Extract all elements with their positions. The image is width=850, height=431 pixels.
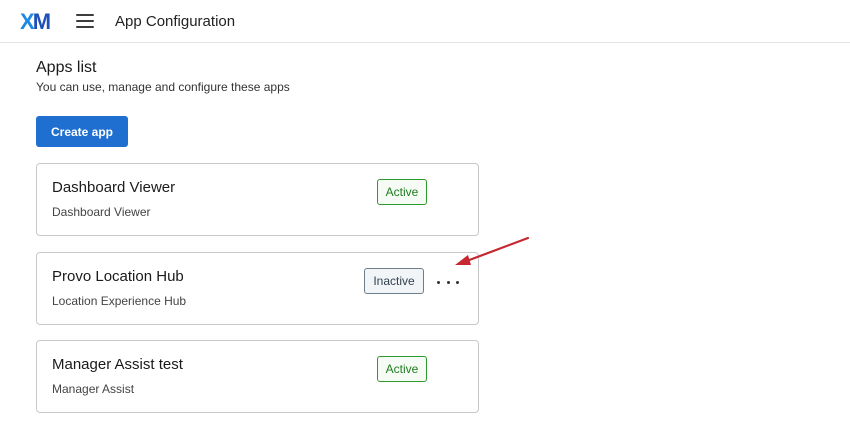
status-badge: Active: [377, 356, 427, 382]
app-card-manager-assist-test[interactable]: Manager Assist test Manager Assist Activ…: [36, 340, 479, 413]
app-card-dashboard-viewer[interactable]: Dashboard Viewer Dashboard Viewer Active: [36, 163, 479, 236]
create-app-button[interactable]: Create app: [36, 116, 128, 147]
more-options-icon[interactable]: [437, 273, 459, 291]
page-title: App Configuration: [115, 13, 236, 30]
app-description: Dashboard Viewer: [52, 205, 151, 219]
app-name: Provo Location Hub: [52, 268, 184, 285]
xm-logo[interactable]: XM: [20, 9, 51, 35]
app-description: Manager Assist: [52, 382, 135, 396]
status-badge: Inactive: [364, 268, 424, 294]
app-description: Location Experience Hub: [52, 294, 187, 308]
hamburger-menu-icon[interactable]: [76, 14, 94, 28]
app-name: Manager Assist test: [52, 356, 183, 373]
app-card-provo-location-hub[interactable]: Provo Location Hub Location Experience H…: [36, 252, 479, 325]
apps-list-heading: Apps list: [36, 59, 97, 76]
annotation-arrow-icon: [455, 236, 530, 265]
status-badge: Active: [377, 179, 427, 205]
apps-list-subheading: You can use, manage and configure these …: [36, 80, 290, 94]
app-name: Dashboard Viewer: [52, 179, 176, 196]
top-bar: XM App Configuration: [0, 0, 850, 43]
